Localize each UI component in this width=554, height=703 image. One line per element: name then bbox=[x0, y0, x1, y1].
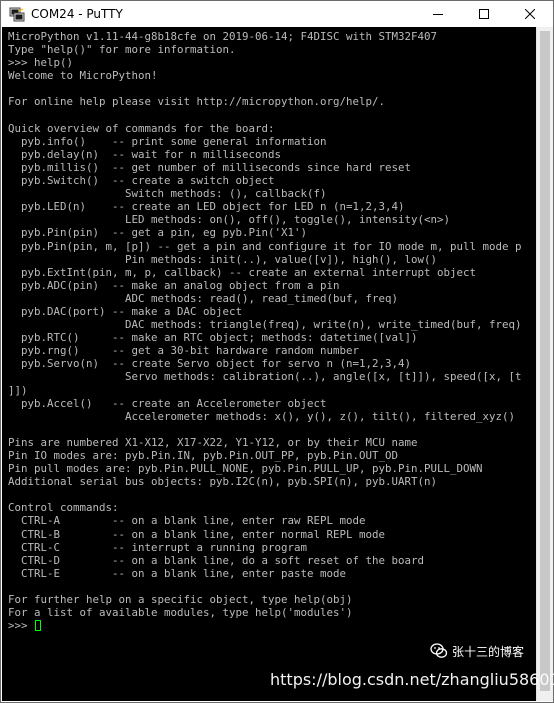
terminal-line: CTRL-C -- interrupt a running program bbox=[8, 540, 308, 554]
terminal-line: CTRL-B -- on a blank line, enter normal … bbox=[8, 527, 386, 541]
terminal-line: ]]) bbox=[8, 383, 28, 397]
terminal-line: pyb.ExtInt(pin, m, p, callback) -- creat… bbox=[8, 265, 477, 279]
terminal-line: ADC methods: read(), read_timed(buf, fre… bbox=[8, 291, 399, 305]
watermark-author: 张十三的博客 bbox=[452, 644, 525, 659]
maximize-icon bbox=[479, 9, 489, 19]
terminal-line: CTRL-D -- on a blank line, do a soft res… bbox=[8, 553, 425, 567]
terminal-line: CTRL-E -- on a blank line, enter paste m… bbox=[8, 566, 347, 580]
wechat-icon bbox=[430, 643, 448, 658]
repl-prompt-line[interactable]: >>> bbox=[8, 619, 522, 632]
terminal-line: pyb.ADC(pin) -- make an analog object fr… bbox=[8, 278, 340, 292]
terminal-line: pyb.delay(n) -- wait for n milliseconds bbox=[8, 147, 282, 161]
terminal-line: Pin IO modes are: pyb.Pin.IN, pyb.Pin.OU… bbox=[8, 449, 399, 462]
url-watermark: https://blog.csdn.net/zhangliu5860180 bbox=[270, 670, 554, 689]
terminal-line: MicroPython v1.11-44-g8b18cfe on 2019-06… bbox=[8, 30, 438, 43]
terminal-line: pyb.millis() -- get number of millisecon… bbox=[8, 160, 412, 174]
terminal-line: pyb.LED(n) -- create an LED object for L… bbox=[8, 200, 405, 214]
terminal-line: Pins are numbered X1-X12, X17-X22, Y1-Y1… bbox=[8, 435, 418, 449]
text-cursor bbox=[35, 620, 42, 632]
terminal-line: pyb.Servo(n) -- create Servo object for … bbox=[8, 357, 412, 371]
terminal-line: CTRL-A -- on a blank line, enter raw REP… bbox=[8, 514, 366, 528]
window-title: COM24 - PuTTY bbox=[31, 7, 123, 21]
terminal-line: DAC methods: triangle(freq), write(n), w… bbox=[8, 318, 522, 332]
minimize-icon bbox=[433, 14, 443, 15]
terminal-line: >>> help() bbox=[8, 56, 74, 70]
putty-window: COM24 - PuTTY MicroPython v1.11-44-g8b18… bbox=[0, 0, 554, 703]
scrollbar-thumb[interactable] bbox=[540, 31, 550, 691]
terminal-line: Switch methods: (), callback(f) bbox=[8, 187, 327, 201]
close-button[interactable] bbox=[507, 1, 553, 27]
terminal-line: Pin pull modes are: pyb.Pin.PULL_NONE, p… bbox=[8, 462, 483, 476]
terminal-line: For further help on a specific object, t… bbox=[8, 593, 353, 607]
terminal-line: pyb.Accel() -- create an Accelerometer o… bbox=[8, 396, 327, 410]
terminal-line: Additional serial bus objects: pyb.I2C(n… bbox=[8, 475, 438, 489]
minimize-button[interactable] bbox=[415, 1, 461, 27]
terminal-line: pyb.Pin(pin) -- get a pin, eg pyb.Pin('X… bbox=[8, 226, 308, 240]
terminal-area[interactable]: MicroPython v1.11-44-g8b18cfe on 2019-06… bbox=[2, 27, 536, 701]
terminal-output: MicroPython v1.11-44-g8b18cfe on 2019-06… bbox=[8, 30, 522, 632]
terminal-line: For online help please visit http://micr… bbox=[8, 95, 386, 109]
terminal-line: Welcome to MicroPython! bbox=[8, 69, 158, 83]
maximize-button[interactable] bbox=[461, 1, 507, 27]
terminal-line: Pin methods: init(..), value([v]), high(… bbox=[8, 252, 438, 266]
title-bar[interactable]: COM24 - PuTTY bbox=[1, 1, 553, 27]
terminal-line: pyb.Pin(pin, m, [p]) -- get a pin and co… bbox=[8, 239, 522, 253]
terminal-line: Accelerometer methods: x(), y(), z(), ti… bbox=[8, 409, 516, 423]
terminal-line: pyb.DAC(port) -- make a DAC object bbox=[8, 304, 243, 318]
author-watermark: 张十三的博客 bbox=[430, 638, 524, 664]
terminal-line: pyb.RTC() -- make an RTC object; methods… bbox=[8, 331, 418, 345]
terminal-line: LED methods: on(), off(), toggle(), inte… bbox=[8, 213, 451, 227]
terminal-line: pyb.rng() -- get a 30-bit hardware rando… bbox=[8, 344, 360, 358]
terminal-line: Quick overview of commands for the board… bbox=[8, 121, 275, 135]
terminal-line: Type "help()" for more information. bbox=[8, 43, 236, 57]
terminal-line: For a list of available modules, type he… bbox=[8, 606, 353, 620]
terminal-line: pyb.Switch() -- create a switch object bbox=[8, 174, 275, 188]
vertical-scrollbar[interactable] bbox=[536, 27, 553, 701]
close-icon bbox=[525, 9, 535, 19]
repl-prompt: >>> bbox=[8, 619, 35, 633]
terminal-line: Control commands: bbox=[8, 501, 119, 515]
putty-icon[interactable] bbox=[9, 6, 25, 22]
terminal-line: Servo methods: calibration(..), angle([x… bbox=[8, 370, 522, 384]
terminal-line: pyb.info() -- print some general informa… bbox=[8, 134, 327, 148]
